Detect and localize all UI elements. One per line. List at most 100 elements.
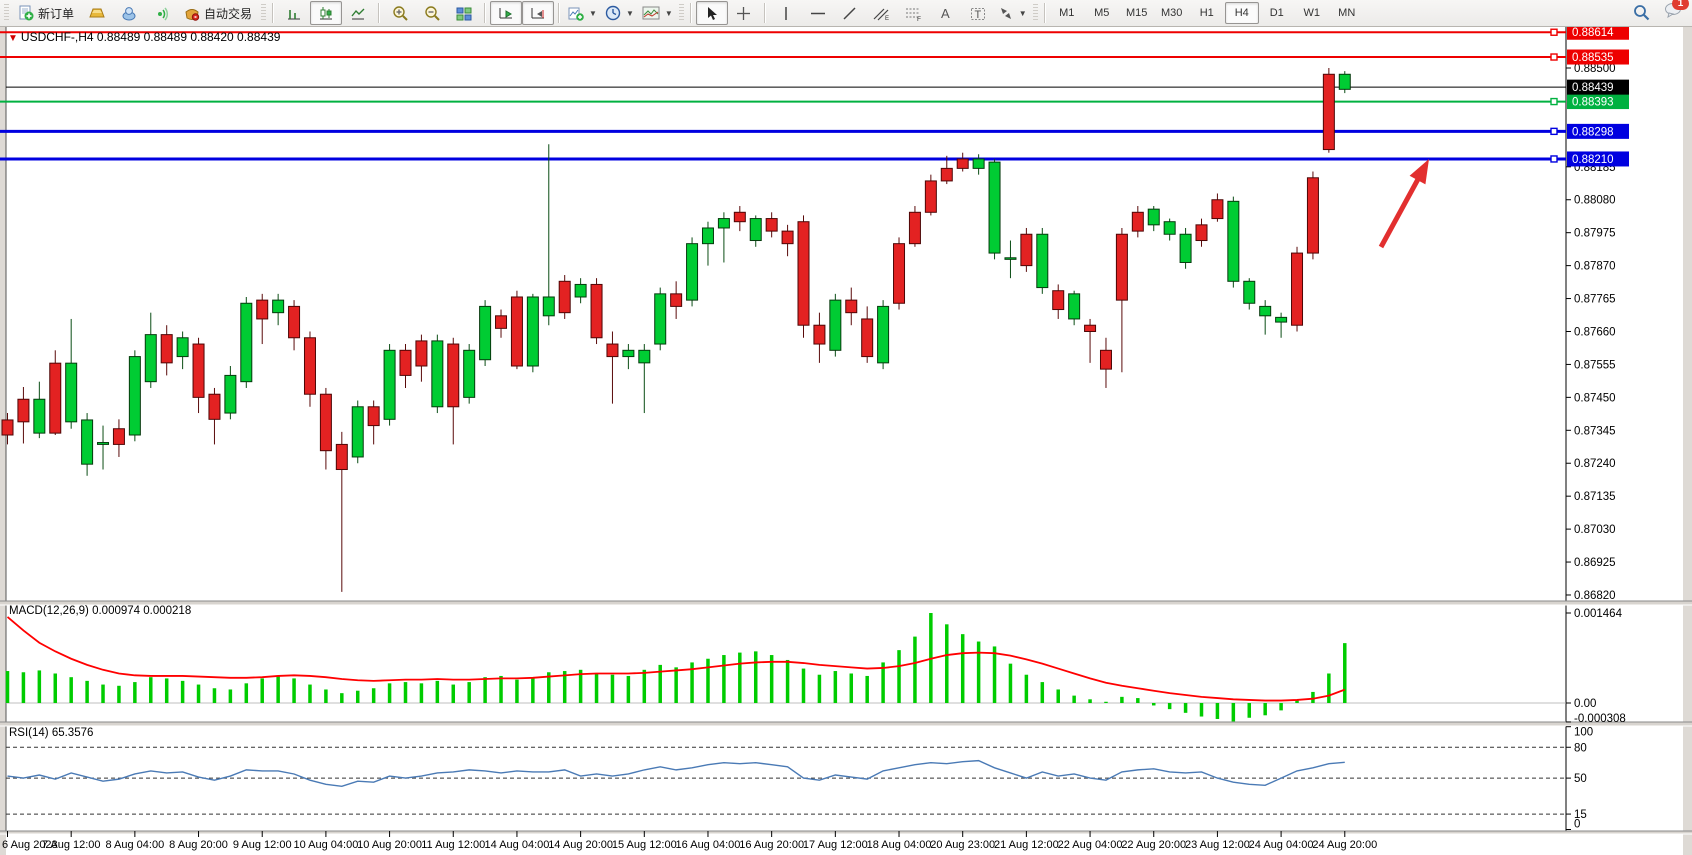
toolbar-grip[interactable]: [1033, 4, 1038, 22]
timeframe-m15[interactable]: M15: [1120, 2, 1154, 24]
zoom-out-button[interactable]: [416, 1, 448, 25]
toolbar-grip[interactable]: [4, 4, 9, 22]
timeframe-h1[interactable]: H1: [1190, 2, 1224, 24]
equidistant-channel-button[interactable]: E: [866, 1, 898, 25]
bar-chart-button[interactable]: [278, 1, 310, 25]
timeframe-m1[interactable]: M1: [1050, 2, 1084, 24]
timeframe-h4[interactable]: H4: [1225, 2, 1259, 24]
vertical-line-button[interactable]: [770, 1, 802, 25]
macd-bar: [802, 669, 806, 703]
notifications-button[interactable]: 1: [1664, 2, 1682, 23]
hline-handle[interactable]: [1551, 54, 1557, 60]
time-axis-label: 14 Aug 20:00: [548, 839, 613, 851]
tile-windows-button[interactable]: [448, 1, 480, 25]
macd-bar: [117, 686, 121, 703]
price-tick-label: 0.87555: [1574, 359, 1616, 371]
price-tick-label: 0.87975: [1574, 228, 1616, 240]
candle: [480, 300, 491, 366]
signals-button[interactable]: [145, 1, 177, 25]
fibonacci-button[interactable]: F: [898, 1, 930, 25]
trendline-button[interactable]: [834, 1, 866, 25]
macd-bar: [499, 676, 503, 703]
candle: [384, 344, 395, 426]
timeframe-m30[interactable]: M30: [1155, 2, 1189, 24]
arrows-button[interactable]: ▼: [994, 1, 1031, 25]
trendline-icon: [842, 6, 857, 21]
toolbar-grip[interactable]: [261, 4, 266, 22]
chart-canvas[interactable]: 0.885000.881850.880800.879750.878700.877…: [0, 0, 1692, 855]
auto-scroll-button[interactable]: [490, 1, 522, 25]
macd-bar: [722, 655, 726, 703]
gold-ingot-icon: [89, 6, 105, 20]
macd-bar: [786, 660, 790, 703]
toolbar-separator: [378, 3, 380, 23]
hline-handle[interactable]: [1551, 99, 1557, 105]
macd-bar: [1072, 696, 1076, 703]
templates-button[interactable]: ▼: [638, 1, 677, 25]
new-chart-button[interactable]: ▼: [564, 1, 601, 25]
time-axis-label: 24 Aug 04:00: [1249, 839, 1314, 851]
time-axis-label: 7 Aug 12:00: [42, 839, 101, 851]
horizontal-line-button[interactable]: [802, 1, 834, 25]
pane-separator[interactable]: [0, 601, 1692, 605]
toolbar-separator: [558, 3, 560, 23]
toolbar-separator: [484, 3, 486, 23]
macd-bar: [101, 685, 105, 703]
timeframe-m5[interactable]: M5: [1085, 2, 1119, 24]
line-chart-button[interactable]: [342, 1, 374, 25]
macd-bar: [165, 678, 169, 703]
macd-bar: [1088, 699, 1092, 703]
timeframe-d1[interactable]: D1: [1260, 2, 1294, 24]
macd-bar: [627, 676, 631, 703]
timeframe-mn[interactable]: MN: [1330, 2, 1364, 24]
cursor-button[interactable]: [696, 1, 728, 25]
zoom-in-button[interactable]: [384, 1, 416, 25]
crosshair-button[interactable]: [728, 1, 760, 25]
text-label-button[interactable]: T: [962, 1, 994, 25]
toolbar-separator: [272, 3, 274, 23]
candle: [1021, 228, 1032, 272]
zoom-out-icon: [424, 5, 441, 21]
auto-trading-button[interactable]: 自动交易: [177, 1, 259, 25]
community-button[interactable]: [113, 1, 145, 25]
time-axis-label: 16 Aug 20:00: [739, 839, 804, 851]
text-button[interactable]: A: [930, 1, 962, 25]
hline-handle[interactable]: [1551, 128, 1557, 134]
hline-handle[interactable]: [1551, 29, 1557, 35]
macd-bar: [324, 689, 328, 703]
search-icon[interactable]: [1633, 4, 1650, 21]
candlestick-chart-button[interactable]: [310, 1, 342, 25]
candle: [352, 401, 363, 464]
macd-bar: [1279, 703, 1283, 710]
macd-bar: [245, 683, 249, 703]
macd-bar: [913, 637, 917, 703]
period-button[interactable]: ▼: [601, 1, 638, 25]
macd-bar: [1311, 692, 1315, 703]
macd-bar: [850, 673, 854, 703]
pane-separator[interactable]: [0, 722, 1692, 726]
deposit-button[interactable]: [81, 1, 113, 25]
candle: [432, 335, 443, 413]
fibonacci-icon: F: [905, 6, 922, 21]
auto-trading-label: 自动交易: [204, 5, 252, 22]
new-order-label: 新订单: [38, 5, 74, 22]
candle: [1228, 197, 1239, 288]
new-order-button[interactable]: 新订单: [11, 1, 81, 25]
chart-shift-button[interactable]: [522, 1, 554, 25]
macd-bar: [213, 688, 217, 703]
timeframe-w1[interactable]: W1: [1295, 2, 1329, 24]
candle: [830, 294, 841, 357]
time-axis-label: 9 Aug 12:00: [233, 839, 292, 851]
price-tick-label: 0.87870: [1574, 261, 1616, 273]
macd-bar: [1343, 643, 1347, 703]
clock-icon: [605, 5, 621, 21]
macd-indicator-label: MACD(12,26,9) 0.000974 0.000218: [9, 605, 191, 617]
time-axis-label: 21 Aug 12:00: [994, 839, 1059, 851]
right-edge-strip: [1683, 27, 1692, 855]
chart-background: [0, 27, 1692, 855]
time-axis-label: 23 Aug 12:00: [1185, 839, 1250, 851]
macd-bar: [1041, 682, 1045, 703]
toolbar-grip[interactable]: [679, 4, 684, 22]
macd-bar: [483, 677, 487, 703]
hline-handle[interactable]: [1551, 156, 1557, 162]
